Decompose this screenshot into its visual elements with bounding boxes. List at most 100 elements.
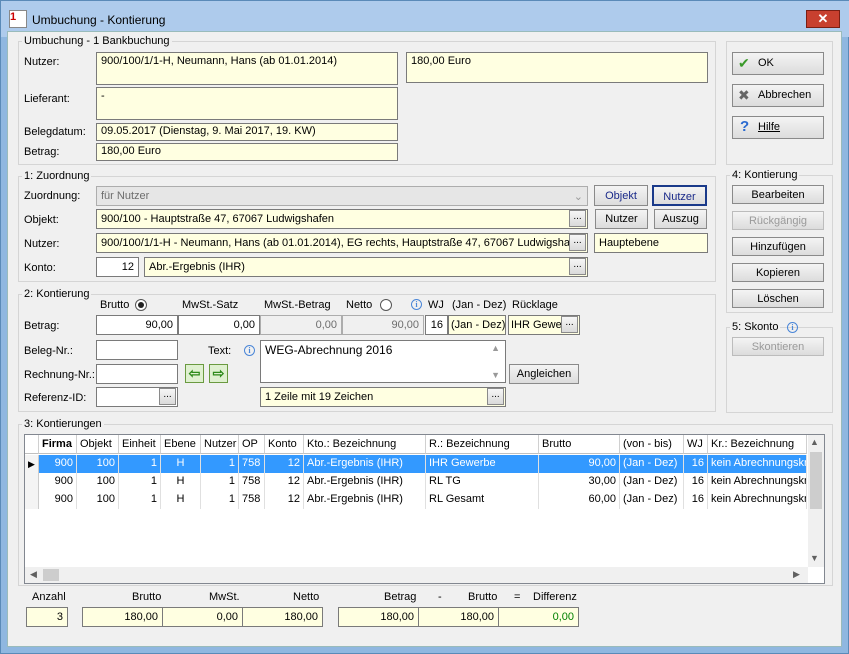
cell-konto: 12 — [265, 473, 304, 491]
konto-name-field[interactable]: Abr.-Ergebnis (IHR) — [144, 257, 588, 277]
col-op[interactable]: OP — [239, 435, 265, 454]
netto-total-label: Netto — [293, 591, 320, 603]
netto-radio[interactable] — [380, 299, 392, 311]
col-firma[interactable]: Firma — [39, 435, 77, 454]
ruecklage-browse-button[interactable]: ... — [561, 316, 578, 333]
objekt-field[interactable]: 900/100 - Hauptstraße 47, 67067 Ludwigsh… — [96, 209, 588, 229]
scroll-thumb[interactable] — [810, 452, 822, 509]
betrag-total-label: Betrag — [384, 591, 417, 603]
col-ebene[interactable]: Ebene — [161, 435, 201, 454]
cell-kto-bez: Abr.-Ergebnis (IHR) — [304, 473, 426, 491]
zuordnung-select[interactable]: für Nutzer ⌄ — [96, 186, 588, 206]
col-konto[interactable]: Konto — [265, 435, 304, 454]
cell-objekt: 100 — [77, 455, 119, 473]
kontierung-actions-title: 4: Kontierung — [730, 169, 800, 181]
lieferant-display: - — [96, 87, 398, 120]
mwst-betrag-header: MwSt.-Betrag — [264, 299, 331, 311]
netto-info-icon[interactable]: i — [411, 299, 422, 310]
cell-wj: 16 — [684, 455, 708, 473]
cell-konto: 12 — [265, 455, 304, 473]
mwst-satz-field[interactable]: 0,00 — [178, 315, 260, 335]
wj-field[interactable]: 16 — [425, 315, 448, 335]
scroll-down-icon[interactable]: ▼ — [810, 553, 819, 563]
referenz-browse-button[interactable]: ... — [159, 388, 176, 405]
cell-kr-bez: kein Abrechnungskr — [708, 455, 807, 473]
row-indicator[interactable] — [25, 473, 39, 491]
text-browse-button[interactable]: ... — [487, 388, 504, 405]
angleichen-button[interactable]: Angleichen — [509, 364, 579, 384]
vertical-scrollbar[interactable]: ▲ ▼ — [808, 435, 824, 567]
konto-browse-button[interactable]: ... — [569, 258, 586, 275]
horizontal-scrollbar[interactable]: ◀ ▶ — [25, 567, 808, 583]
chevron-down-icon: ⌄ — [573, 191, 583, 203]
text-info-icon[interactable]: i — [244, 345, 255, 356]
cell-wj: 16 — [684, 473, 708, 491]
cell-op: 758 — [239, 491, 265, 509]
betrag-label: Betrag: — [24, 146, 60, 158]
hinzufuegen-button[interactable]: Hinzufügen — [732, 237, 824, 256]
equals-sign: = — [514, 591, 521, 603]
arrow-left-icon[interactable]: ⇦ — [185, 364, 204, 383]
konto-number-field[interactable]: 12 — [96, 257, 139, 277]
nutzer-button[interactable]: Nutzer — [595, 209, 648, 229]
h-scroll-thumb[interactable] — [43, 569, 59, 581]
lieferant-label: Lieferant: — [24, 93, 70, 105]
cell-firma: 900 — [39, 491, 77, 509]
col-nutzer[interactable]: Nutzer — [201, 435, 239, 454]
cell-konto: 12 — [265, 491, 304, 509]
rueckgaengig-button[interactable]: Rückgängig — [732, 211, 824, 230]
col-wj[interactable]: WJ — [684, 435, 708, 454]
cell-objekt: 100 — [77, 473, 119, 491]
cell-r-bez: RL TG — [426, 473, 539, 491]
nutzer-field[interactable]: 900/100/1/1-H - Neumann, Hans (ab 01.01.… — [96, 233, 588, 253]
brutto-total-label: Brutto — [132, 591, 162, 603]
text-label: Text: — [208, 345, 232, 357]
cross-icon: ✖ — [738, 87, 750, 103]
col-von-bis[interactable]: (von - bis) — [620, 435, 684, 454]
mwst-total-label: MwSt. — [209, 591, 240, 603]
close-button[interactable]: ✕ — [806, 10, 840, 28]
amount-display: 180,00 Euro — [406, 52, 708, 83]
cell-firma: 900 — [39, 455, 77, 473]
auszug-button[interactable]: Auszug — [654, 209, 707, 229]
scroll-right-icon[interactable]: ▶ — [793, 569, 800, 580]
col-brutto[interactable]: Brutto — [539, 435, 620, 454]
row-indicator[interactable]: ▶ — [25, 455, 39, 473]
betrag-display: 180,00 Euro — [96, 143, 398, 161]
kontierungen-table[interactable]: Firma Objekt Einheit Ebene Nutzer OP Kon… — [24, 434, 825, 584]
scroll-left-icon[interactable]: ◀ — [30, 569, 37, 580]
cell-objekt: 100 — [77, 491, 119, 509]
bearbeiten-button[interactable]: Bearbeiten — [732, 185, 824, 204]
skontieren-button[interactable]: Skontieren — [732, 337, 824, 356]
brutto-field[interactable]: 90,00 — [96, 315, 178, 335]
skonto-info-icon[interactable]: i — [787, 322, 798, 333]
brutto-radio[interactable] — [135, 299, 147, 311]
col-r-bezeichnung[interactable]: R.: Bezeichnung — [426, 435, 539, 454]
scroll-down-icon[interactable]: ▼ — [491, 370, 500, 380]
scroll-up-icon[interactable]: ▲ — [491, 343, 500, 353]
col-kr-bezeichnung[interactable]: Kr.: Bezeichnung — [708, 435, 807, 454]
betrag-label-2: Betrag: — [24, 320, 60, 332]
scroll-up-icon[interactable]: ▲ — [810, 437, 819, 447]
cancel-button[interactable]: ✖ Abbrechen — [732, 84, 824, 107]
kopieren-button[interactable]: Kopieren — [732, 263, 824, 282]
objekt-browse-button[interactable]: ... — [569, 210, 586, 227]
objekt-toggle-button[interactable]: Objekt — [594, 185, 648, 206]
differenz-display: 0,00 — [498, 607, 579, 627]
text-area[interactable]: WEG-Abrechnung 2016 ▲ ▼ — [260, 340, 506, 383]
nutzer-toggle-button[interactable]: Nutzer — [652, 185, 707, 206]
nutzer-browse-button[interactable]: ... — [569, 234, 586, 251]
ebene-display: Hauptebene — [594, 233, 708, 253]
help-button[interactable]: ? Hilfe — [732, 116, 824, 139]
col-einheit[interactable]: Einheit — [119, 435, 161, 454]
ok-button[interactable]: ✔ OK — [732, 52, 824, 75]
col-objekt[interactable]: Objekt — [77, 435, 119, 454]
rechnung-nr-field[interactable] — [96, 364, 178, 384]
row-indicator[interactable] — [25, 491, 39, 509]
question-icon: ? — [740, 118, 750, 135]
loeschen-button[interactable]: Löschen — [732, 289, 824, 308]
col-kto-bezeichnung[interactable]: Kto.: Bezeichnung — [304, 435, 426, 454]
arrow-right-icon[interactable]: ⇨ — [209, 364, 228, 383]
beleg-nr-field[interactable] — [96, 340, 178, 360]
checkmark-icon: ✔ — [738, 55, 750, 71]
